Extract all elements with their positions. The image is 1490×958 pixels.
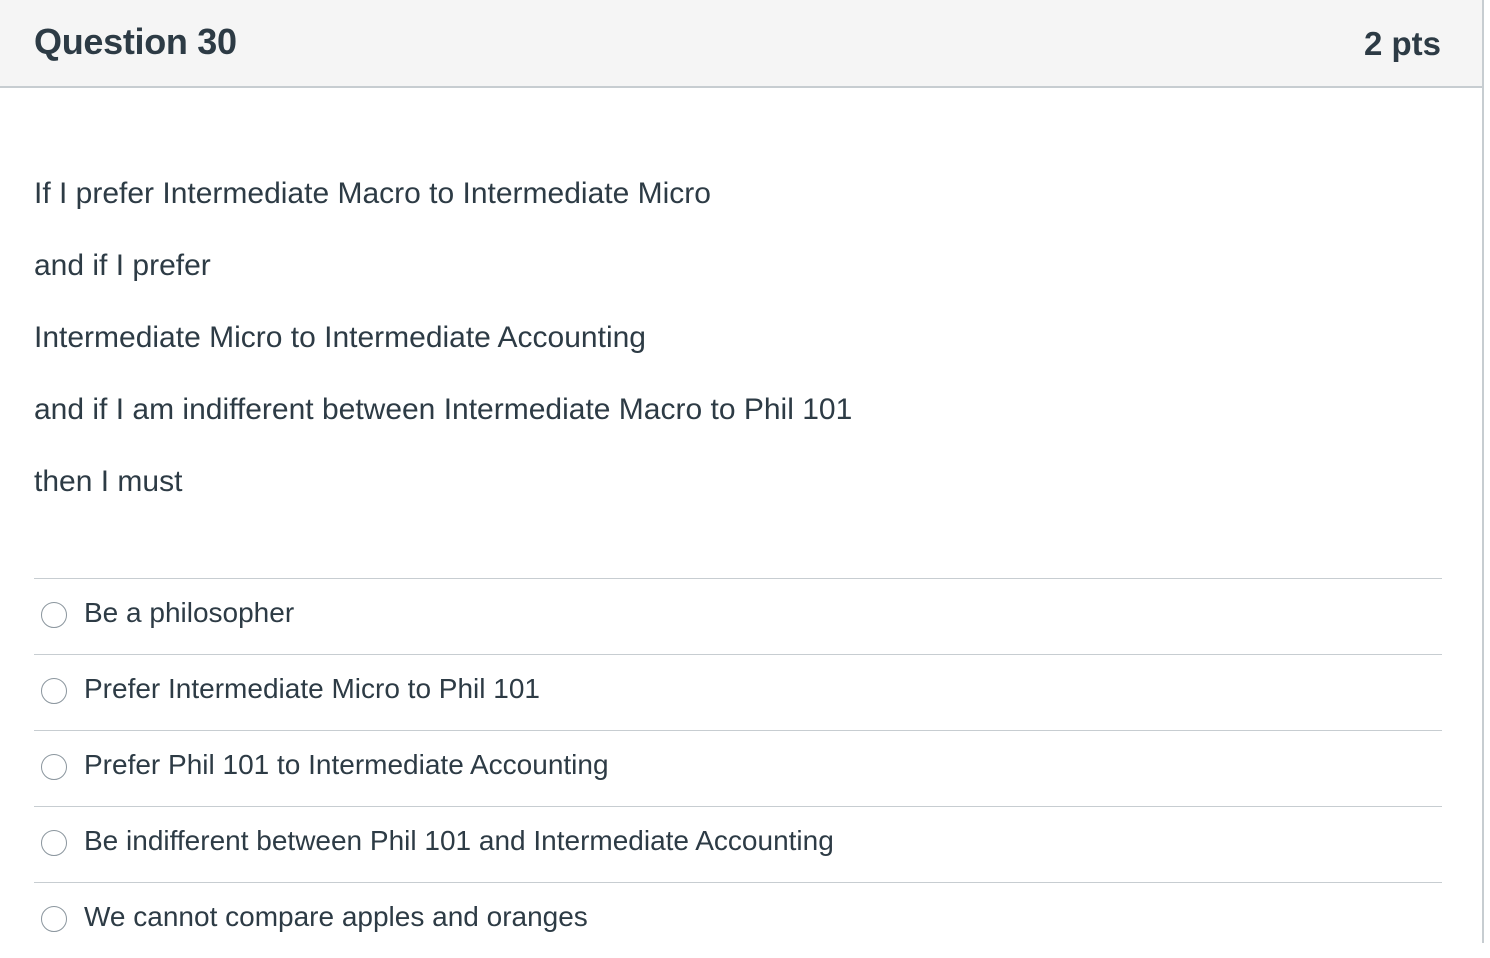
radio-button[interactable] — [41, 830, 67, 856]
question-points: 2 pts — [1363, 25, 1441, 62]
answer-option-be-a-philosopher[interactable]: Be a philosopher — [34, 578, 1442, 654]
radio-button[interactable] — [41, 602, 67, 628]
answer-label[interactable]: Be indifferent between Phil 101 and Inte… — [84, 821, 834, 861]
answer-list: Be a philosopher Prefer Intermediate Mic… — [34, 578, 1442, 958]
question-text-line: and if I prefer — [34, 249, 211, 282]
answer-label[interactable]: We cannot compare apples and oranges — [84, 897, 588, 937]
radio-button[interactable] — [41, 754, 67, 780]
answer-option-indifferent-phil-accounting[interactable]: Be indifferent between Phil 101 and Inte… — [34, 806, 1442, 882]
question-text-line: Intermediate Micro to Intermediate Accou… — [34, 321, 646, 354]
answer-option-cannot-compare[interactable]: We cannot compare apples and oranges — [34, 882, 1442, 958]
answer-label[interactable]: Prefer Intermediate Micro to Phil 101 — [84, 669, 540, 709]
question-panel: Question 30 2 pts If I prefer Intermedia… — [0, 0, 1484, 943]
question-text-line: then I must — [34, 465, 183, 498]
question-text-line: If I prefer Intermediate Macro to Interm… — [34, 177, 711, 210]
answer-option-prefer-phil-to-accounting[interactable]: Prefer Phil 101 to Intermediate Accounti… — [34, 730, 1442, 806]
radio-button[interactable] — [41, 678, 67, 704]
answer-label[interactable]: Be a philosopher — [84, 593, 294, 633]
question-text-line: and if I am indifferent between Intermed… — [34, 393, 853, 426]
radio-button[interactable] — [41, 906, 67, 932]
question-text: If I prefer Intermediate Macro to Interm… — [34, 172, 1434, 532]
answer-option-prefer-micro-to-phil[interactable]: Prefer Intermediate Micro to Phil 101 — [34, 654, 1442, 730]
question-title: Question 30 — [34, 21, 237, 62]
answer-label[interactable]: Prefer Phil 101 to Intermediate Accounti… — [84, 745, 609, 785]
question-header: Question 30 2 pts — [0, 0, 1482, 88]
